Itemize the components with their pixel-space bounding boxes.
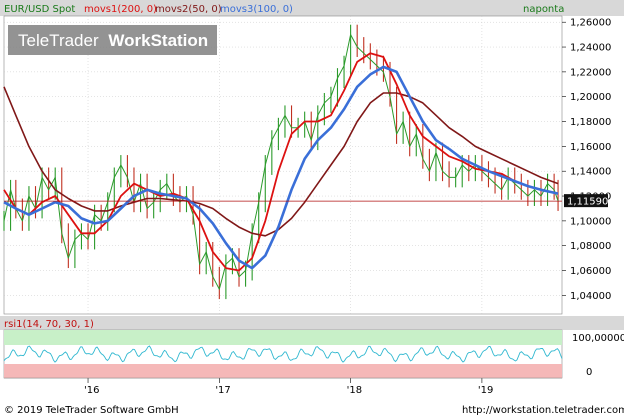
- rsi-label: rsi1(14, 70, 30, 1): [4, 319, 94, 330]
- current-price-tag-text: 1,11590: [567, 197, 608, 208]
- footer-copyright: © 2019 TeleTrader Software GmbH: [4, 405, 179, 416]
- header-indicator-ma200: movs1(200, 0): [84, 4, 157, 15]
- header-period: naponta: [523, 4, 564, 15]
- rsi-upper-band: [4, 330, 562, 345]
- watermark-part1: TeleTrader: [18, 31, 99, 50]
- x-tick-label: '19: [478, 385, 493, 396]
- y-tick-label: 1,08000: [570, 241, 611, 252]
- y-tick-label: 1,06000: [570, 266, 611, 277]
- y-tick-label: 1,18000: [570, 117, 611, 128]
- y-tick-label: 1,14000: [570, 167, 611, 178]
- header-instrument: EUR/USD Spot: [4, 4, 75, 15]
- chart-canvas: EUR/USD Spot movs1(200, 0) movs2(50, 0) …: [0, 0, 624, 417]
- x-axis: '16 '17 '18 '19: [4, 377, 562, 396]
- x-tick-label: '16: [84, 385, 99, 396]
- footer-url: http://workstation.teletrader.com: [462, 405, 624, 416]
- rsi-panel: rsi1(14, 70, 30, 1) 100,00000 0: [0, 316, 624, 379]
- watermark: TeleTrader WorkStation: [8, 25, 217, 55]
- rsi-tick-bottom: 0: [586, 367, 592, 378]
- current-price-tag: 1,11590: [564, 194, 608, 208]
- watermark-part2: WorkStation: [108, 31, 208, 50]
- rsi-lower-band: [4, 364, 562, 378]
- y-tick-label: 1,26000: [570, 18, 611, 29]
- y-tick-label: 1,10000: [570, 216, 611, 227]
- main-plot: [3, 15, 563, 315]
- y-tick-label: 1,22000: [570, 67, 611, 78]
- y-axis: 1,26000 1,24000 1,22000 1,20000 1,18000 1,160…: [562, 18, 611, 302]
- watermark-text: TeleTrader WorkStation: [18, 31, 208, 50]
- y-tick-label: 1,24000: [570, 43, 611, 54]
- header-indicator-ma100: movs3(100, 0): [220, 4, 293, 15]
- y-tick-label: 1,20000: [570, 92, 611, 103]
- rsi-tick-top: 100,00000: [572, 333, 624, 344]
- y-tick-label: 1,16000: [570, 142, 611, 153]
- header-indicator-ma50: movs2(50, 0): [155, 4, 222, 15]
- x-tick-label: '18: [347, 385, 362, 396]
- x-tick-label: '17: [215, 385, 230, 396]
- y-tick-label: 1,04000: [570, 291, 611, 302]
